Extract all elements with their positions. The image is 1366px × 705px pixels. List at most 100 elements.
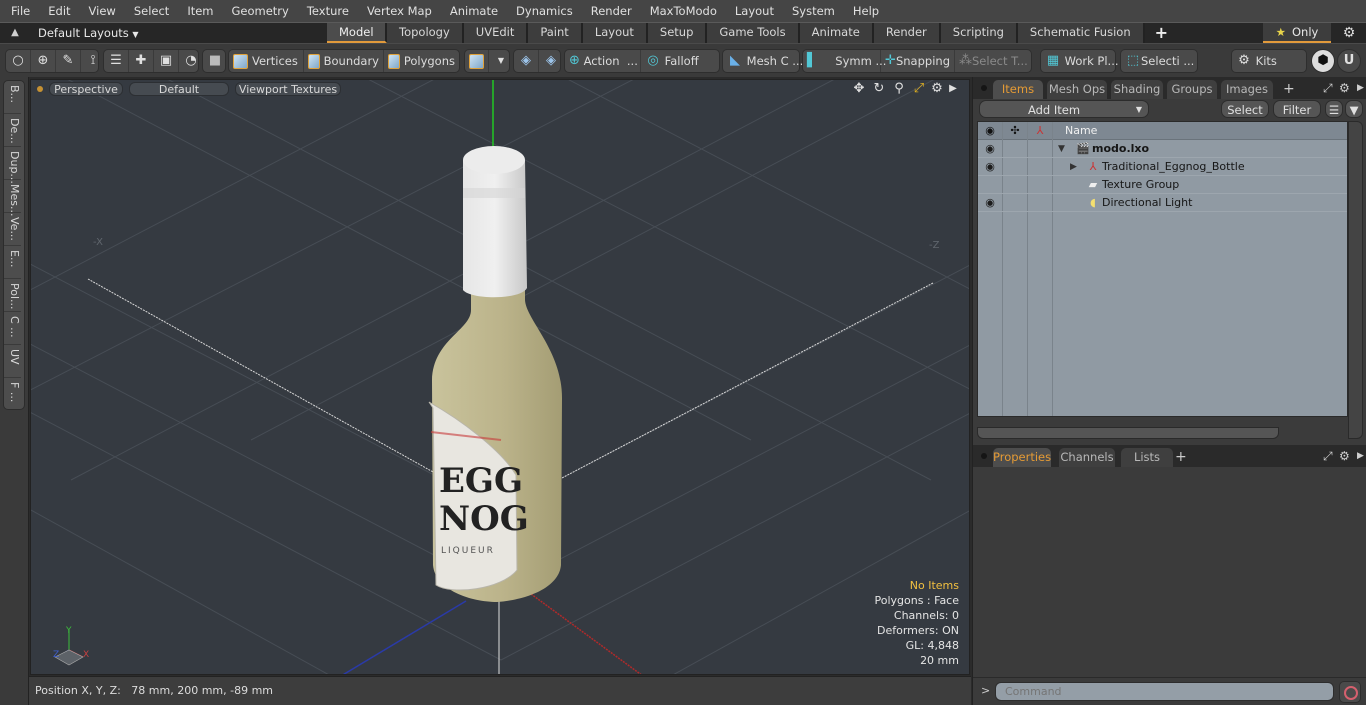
left-tab-vertex[interactable]: Ve...: [4, 213, 21, 246]
symmetry-button[interactable]: ▌ Symm ...: [803, 50, 886, 72]
tab-game-tools[interactable]: Game Tools: [707, 23, 800, 43]
bottle-model[interactable]: EGG NOG LIQUEUR: [428, 146, 562, 602]
left-tab-curve[interactable]: C ...: [4, 312, 21, 345]
add-panel-tab-button[interactable]: +: [1175, 448, 1187, 467]
tab-schematic-fusion[interactable]: Schematic Fusion: [1017, 23, 1145, 43]
left-tab-deform[interactable]: De...: [4, 114, 21, 147]
vertices-button[interactable]: Vertices: [229, 50, 304, 72]
falloff-button[interactable]: ◎ Falloff: [641, 50, 719, 72]
item-row-light[interactable]: ◉ ◖ Directional Light: [978, 194, 1347, 212]
filter-button[interactable]: Filter: [1273, 100, 1321, 118]
left-tab-uv[interactable]: UV: [4, 345, 21, 378]
tab-items[interactable]: Items: [993, 80, 1043, 99]
tab-images[interactable]: Images: [1221, 80, 1273, 99]
menu-dynamics[interactable]: Dynamics: [505, 0, 580, 22]
left-tab-duplicate[interactable]: Dup...: [4, 147, 21, 184]
left-tab-polygon[interactable]: Pol...: [4, 279, 21, 312]
tab-properties[interactable]: Properties: [993, 448, 1051, 467]
tab-model[interactable]: Model: [327, 23, 387, 43]
align-button[interactable]: ☰: [104, 50, 129, 72]
circle-select-button[interactable]: ○: [6, 50, 31, 72]
layout-dropdown[interactable]: Default Layouts ▼: [38, 25, 139, 41]
left-tab-basic[interactable]: B...: [4, 81, 21, 114]
add-item-button[interactable]: Add Item ▼: [979, 100, 1149, 118]
view-mode-dropdown[interactable]: Perspective: [49, 82, 123, 96]
tab-layout[interactable]: Layout: [582, 23, 648, 43]
panel-maximize-icon[interactable]: ⤢: [1323, 448, 1333, 464]
menu-maxtomodo[interactable]: MaxToModo: [639, 0, 724, 22]
visibility-eye-icon[interactable]: ◉: [982, 195, 998, 211]
items-horizontal-scrollbar[interactable]: [977, 427, 1279, 439]
frame-button[interactable]: ▣: [154, 50, 179, 72]
textures-dropdown[interactable]: Viewport Textures: [235, 82, 341, 96]
visibility-eye-icon[interactable]: ◉: [982, 141, 998, 157]
menu-layout[interactable]: Layout: [724, 0, 781, 22]
3d-viewport[interactable]: Perspective Default Viewport Textures ✥ …: [30, 79, 970, 675]
maximize-icon[interactable]: ⤢: [911, 81, 927, 97]
unreal-button[interactable]: U: [1337, 49, 1361, 73]
tab-lists[interactable]: Lists: [1121, 448, 1173, 467]
tab-groups[interactable]: Groups: [1167, 80, 1217, 99]
panel-gear-icon[interactable]: ⚙: [1339, 448, 1350, 464]
menu-system[interactable]: System: [781, 0, 842, 22]
material-dropdown-button[interactable]: ▼: [489, 50, 513, 72]
left-tab-fusion[interactable]: F ...: [4, 378, 21, 411]
command-input[interactable]: [995, 682, 1334, 701]
viewport-gear-icon[interactable]: ⚙: [929, 81, 945, 97]
center-button[interactable]: ◈: [514, 50, 539, 72]
selection-sets-button[interactable]: ⬚ Selecti ...: [1121, 50, 1198, 72]
boundary-button[interactable]: Boundary: [304, 50, 384, 72]
add-tab-button[interactable]: +: [1145, 23, 1178, 43]
items-vertical-scrollbar[interactable]: [1348, 121, 1363, 439]
dial-button[interactable]: ◔: [179, 50, 203, 72]
panel-arrow-icon[interactable]: ▶: [1357, 448, 1364, 464]
menu-texture[interactable]: Texture: [296, 0, 356, 22]
mesh-constraints-button[interactable]: ◣ Mesh C ...: [723, 50, 807, 72]
tab-shading[interactable]: Shading: [1111, 80, 1163, 99]
kits-button[interactable]: ⚙ Kits: [1232, 50, 1281, 72]
material-mode-button[interactable]: [465, 50, 489, 72]
viewport-expand-arrow-icon[interactable]: ▶: [945, 81, 961, 97]
shading-dropdown[interactable]: Default: [129, 82, 229, 96]
funnel-filter-button[interactable]: ▼: [1345, 100, 1363, 118]
menu-help[interactable]: Help: [842, 0, 886, 22]
polygons-button[interactable]: Polygons: [384, 50, 459, 72]
tab-animate[interactable]: Animate: [799, 23, 874, 43]
pan-icon[interactable]: ✥: [851, 81, 867, 97]
collapse-triangle-icon[interactable]: ▶: [1070, 158, 1077, 176]
tab-topology[interactable]: Topology: [387, 23, 464, 43]
panel-gear-icon[interactable]: ⚙: [1339, 80, 1350, 96]
visibility-column-icon[interactable]: ◉: [978, 122, 1002, 140]
pivot-button[interactable]: ◈: [539, 50, 563, 72]
select-button[interactable]: Select: [1221, 100, 1269, 118]
left-tab-mesh-edit[interactable]: Mes...: [4, 180, 21, 216]
left-tab-edge[interactable]: E...: [4, 246, 21, 279]
visibility-eye-icon[interactable]: ◉: [982, 159, 998, 175]
tab-setup[interactable]: Setup: [647, 23, 708, 43]
only-button[interactable]: ★ Only: [1263, 23, 1331, 43]
work-plane-button[interactable]: ▦ Work Pl...: [1041, 50, 1123, 72]
list-options-button[interactable]: ☰: [1325, 100, 1343, 118]
menu-view[interactable]: View: [78, 0, 123, 22]
panel-options-dot[interactable]: [981, 453, 987, 459]
pen-button[interactable]: ✎: [56, 50, 81, 72]
type-column-icon[interactable]: ⅄: [1028, 122, 1052, 140]
name-column-header[interactable]: Name: [1053, 122, 1113, 140]
menu-render[interactable]: Render: [580, 0, 639, 22]
viewport-options-dot[interactable]: [37, 86, 43, 92]
expand-triangle-icon[interactable]: ▼: [1058, 140, 1065, 158]
items-mode-button[interactable]: ■: [203, 50, 227, 72]
action-center-button[interactable]: ⊕ Action ...: [565, 50, 641, 72]
panel-maximize-icon[interactable]: ⤢: [1323, 80, 1333, 96]
panel-arrow-icon[interactable]: ▶: [1357, 80, 1364, 96]
uv-unwrap-button[interactable]: ✚: [129, 50, 154, 72]
snapping-button[interactable]: ✛ Snapping: [881, 50, 955, 72]
tab-channels[interactable]: Channels: [1059, 448, 1115, 467]
add-panel-tab-button[interactable]: +: [1283, 80, 1295, 99]
menu-select[interactable]: Select: [123, 0, 176, 22]
tab-uvedit[interactable]: UVEdit: [463, 23, 529, 43]
menu-geometry[interactable]: Geometry: [221, 0, 296, 22]
tab-scripting[interactable]: Scripting: [940, 23, 1018, 43]
item-row-mesh[interactable]: ◉ ▶ ⅄ Traditional_Eggnog_Bottle: [978, 158, 1347, 176]
rotate-icon[interactable]: ↻: [871, 81, 887, 97]
